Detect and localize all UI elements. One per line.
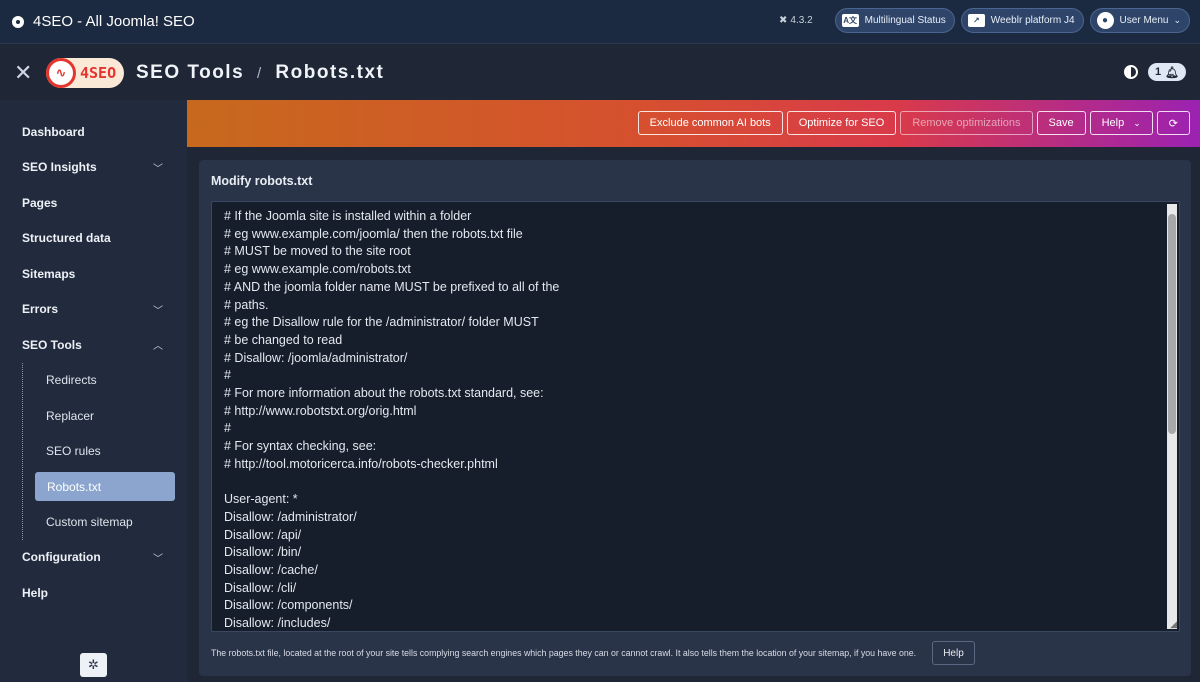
page-title-page: Robots.txt <box>275 61 385 83</box>
sidebar-item-label: Structured data <box>22 231 111 246</box>
robots-content[interactable]: # If the Joomla site is installed within… <box>224 208 559 631</box>
toolbar-banner: Exclude common AI bots Optimize for SEO … <box>187 100 1200 147</box>
chevron-down-icon: ⌄ <box>1173 15 1181 25</box>
notification-count: 1 <box>1154 66 1162 78</box>
brand-logo-text: 4SEO <box>80 63 117 82</box>
card-title: Modify robots.txt <box>211 174 313 188</box>
sidebar-item-redirects[interactable]: Redirects <box>0 363 187 399</box>
editor-scrollbar[interactable] <box>1167 204 1177 629</box>
exclude-ai-bots-button[interactable]: Exclude common AI bots <box>637 111 783 135</box>
refresh-icon: ⟳ <box>1168 117 1178 130</box>
notifications-button[interactable]: 1 🔔︎ <box>1148 63 1186 81</box>
help-button[interactable]: Help <box>932 641 975 665</box>
chevron-down-icon: ﹀ <box>153 163 163 175</box>
settings-button[interactable]: ✲ <box>80 653 107 677</box>
sidebar-item-label: Custom sitemap <box>46 514 133 529</box>
optimize-seo-button[interactable]: Optimize for SEO <box>786 111 897 135</box>
seo-tools-submenu: Redirects Replacer SEO rules Robots.txt … <box>0 362 187 540</box>
chevron-up-icon: ︿ <box>153 341 163 353</box>
sidebar-item-configuration[interactable]: Configuration ﹀ <box>0 540 187 576</box>
resize-grip-icon[interactable]: ◢ <box>1170 619 1177 630</box>
sidebar-item-label: Robots.txt <box>47 479 102 494</box>
sidebar-item-label: Configuration <box>22 550 101 565</box>
user-menu-button[interactable]: ● User Menu ⌄ <box>1089 8 1190 33</box>
close-icon[interactable]: ✕ <box>14 61 32 84</box>
page-title: SEO Tools / Robots.txt <box>136 62 384 84</box>
weeblr-platform-button[interactable]: ↗ Weeblr platform J4 <box>960 8 1084 33</box>
sidebar-item-errors[interactable]: Errors ﹀ <box>0 292 187 328</box>
joomla-version: ✖ 4.3.2 <box>779 15 813 26</box>
page-title-separator: / <box>256 64 263 82</box>
user-icon: ● <box>1096 12 1114 29</box>
sidebar-item-seo-tools[interactable]: SEO Tools ︿ <box>0 327 187 363</box>
chevron-down-icon: ﹀ <box>153 305 163 317</box>
gear-icon: ✲ <box>88 657 99 672</box>
help-dropdown-label: Help <box>1101 117 1125 129</box>
sidebar-item-label: Pages <box>22 195 58 210</box>
joomla-version-label: 4.3.2 <box>790 15 813 26</box>
sidebar-item-seo-rules[interactable]: SEO rules <box>0 434 187 470</box>
sidebar-item-robots-txt[interactable]: Robots.txt <box>35 472 175 501</box>
sidebar-item-label: Sitemaps <box>22 266 76 281</box>
sidebar-item-custom-sitemap[interactable]: Custom sitemap <box>0 504 187 540</box>
help-dropdown-button[interactable]: Help ⌄ <box>1089 111 1153 135</box>
sidebar-item-seo-insights[interactable]: SEO Insights ﹀ <box>0 150 187 186</box>
sidebar-item-label: Dashboard <box>22 124 85 139</box>
sidebar-item-label: SEO Insights <box>22 160 97 175</box>
header-actions: 1 🔔︎ <box>1124 63 1186 81</box>
pulse-icon: ∿ <box>46 57 76 88</box>
sidebar-item-label: SEO Tools <box>22 337 82 352</box>
top-bar: 4SEO - All Joomla! SEO ✖ 4.3.2 A文 Multil… <box>0 0 1200 44</box>
sidebar-item-label: Help <box>22 585 49 600</box>
sidebar-item-sitemaps[interactable]: Sitemaps <box>0 256 187 292</box>
sidebar-item-pages[interactable]: Pages <box>0 185 187 221</box>
sidebar: Dashboard SEO Insights ﹀ Pages Structure… <box>0 100 187 682</box>
chevron-down-icon: ⌄ <box>1133 117 1141 128</box>
top-bar-actions: ✖ 4.3.2 A文 Multilingual Status ↗ Weeblr … <box>779 8 1190 33</box>
remove-optimizations-button[interactable]: Remove optimizations <box>900 111 1033 135</box>
toolbar: Exclude common AI bots Optimize for SEO … <box>637 111 1190 135</box>
page-title-section: SEO Tools <box>136 61 245 83</box>
weeblr-platform-label: Weeblr platform J4 <box>990 15 1075 26</box>
language-icon: A文 <box>841 14 859 27</box>
page-header: ✕ ∿ 4SEO SEO Tools / Robots.txt 1 🔔︎ <box>0 45 1200 100</box>
robots-card: Modify robots.txt # If the Joomla site i… <box>199 160 1191 676</box>
contrast-icon[interactable] <box>1124 65 1138 79</box>
refresh-button[interactable]: ⟳ <box>1156 111 1190 135</box>
save-button[interactable]: Save <box>1036 111 1086 135</box>
site-title[interactable]: 4SEO - All Joomla! SEO <box>33 13 195 30</box>
sidebar-item-label: Replacer <box>46 408 95 423</box>
sidebar-item-label: Redirects <box>46 373 97 388</box>
scrollbar-thumb[interactable] <box>1168 214 1176 434</box>
external-link-icon: ↗ <box>967 14 985 27</box>
sidebar-item-structured-data[interactable]: Structured data <box>0 221 187 257</box>
brand-logo[interactable]: ∿ 4SEO <box>46 57 124 88</box>
joomla-version-icon: ✖ <box>779 15 788 26</box>
sidebar-item-label: Errors <box>22 302 59 317</box>
sidebar-item-label: SEO rules <box>46 444 101 459</box>
sidebar-item-dashboard[interactable]: Dashboard <box>0 114 187 150</box>
card-description: The robots.txt file, located at the root… <box>211 648 917 658</box>
chevron-down-icon: ﹀ <box>153 553 163 565</box>
user-menu-label: User Menu <box>1119 15 1169 26</box>
bell-icon: 🔔︎ <box>1165 66 1180 79</box>
sidebar-item-replacer[interactable]: Replacer <box>0 398 187 434</box>
robots-textarea[interactable]: # If the Joomla site is installed within… <box>211 201 1180 632</box>
multilingual-status-label: Multilingual Status <box>864 15 946 26</box>
sidebar-item-help[interactable]: Help <box>0 575 187 611</box>
joomla-logo-icon[interactable] <box>12 15 24 28</box>
multilingual-status-button[interactable]: A文 Multilingual Status <box>834 8 955 33</box>
